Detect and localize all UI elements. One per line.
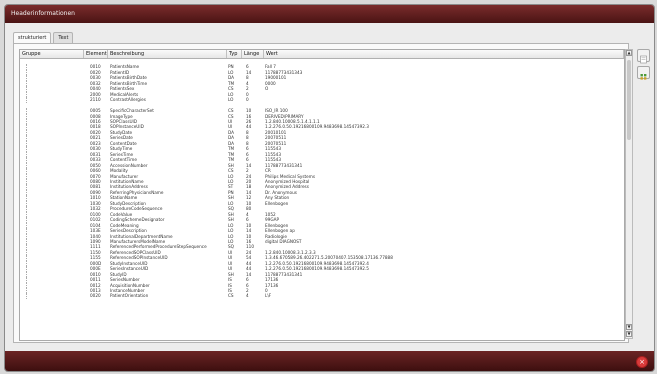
window-title: Headerinformationen: [5, 5, 654, 23]
tab-bar: strukturiert Text: [13, 32, 75, 43]
dicom-header-table[interactable]: Gruppe Element Beschreibung Typ Länge We…: [19, 49, 625, 341]
column-header-beschreibung[interactable]: Beschreibung: [108, 50, 227, 58]
scroll-page-down-button[interactable]: ▼: [626, 331, 632, 337]
vertical-scrollbar[interactable]: ▲ ▼ ▼: [625, 49, 633, 339]
scroll-up-arrow-icon: ▲: [627, 50, 631, 55]
scroll-down-arrow-icon: ▼: [627, 324, 631, 329]
scroll-thumb[interactable]: [627, 60, 631, 140]
table-header: Gruppe Element Beschreibung Typ Länge We…: [20, 50, 624, 59]
scroll-down-button[interactable]: ▼: [626, 324, 632, 330]
cell-laenge: 4: [246, 293, 249, 299]
header-info-window: Headerinformationen strukturiert Text Gr…: [4, 4, 655, 372]
scroll-up-button[interactable]: ▲: [626, 50, 632, 56]
tree-connector-line: [26, 293, 27, 299]
grid-view-icon: [640, 74, 647, 80]
document-icon: [640, 55, 647, 64]
column-header-wert[interactable]: Wert: [264, 50, 624, 58]
view-mode-button[interactable]: [637, 66, 650, 80]
cell-beschreibung: PatientOrientation: [110, 293, 149, 299]
table-row[interactable]: -- 00200020PatientOrientationCS4L\F: [20, 293, 624, 299]
column-header-gruppe[interactable]: Gruppe: [20, 50, 84, 58]
cell-element: 0020: [90, 293, 101, 299]
copy-button[interactable]: [637, 49, 650, 64]
column-header-element[interactable]: Element: [84, 50, 108, 58]
cell-wert: L\F: [265, 293, 272, 299]
scroll-end-arrow-icon: ▼: [627, 331, 631, 336]
column-header-typ[interactable]: Typ: [227, 50, 242, 58]
close-button[interactable]: ×: [636, 356, 648, 368]
window-footer: ×: [5, 351, 654, 371]
close-icon: ×: [639, 358, 645, 366]
table-body: ⊟ Patient-- 00100010PatientsNamePN6Fall …: [20, 59, 624, 299]
tab-strukturiert[interactable]: strukturiert: [13, 32, 52, 43]
cell-typ: CS: [228, 293, 234, 299]
column-header-laenge[interactable]: Länge: [242, 50, 264, 58]
tab-text[interactable]: Text: [53, 32, 74, 43]
